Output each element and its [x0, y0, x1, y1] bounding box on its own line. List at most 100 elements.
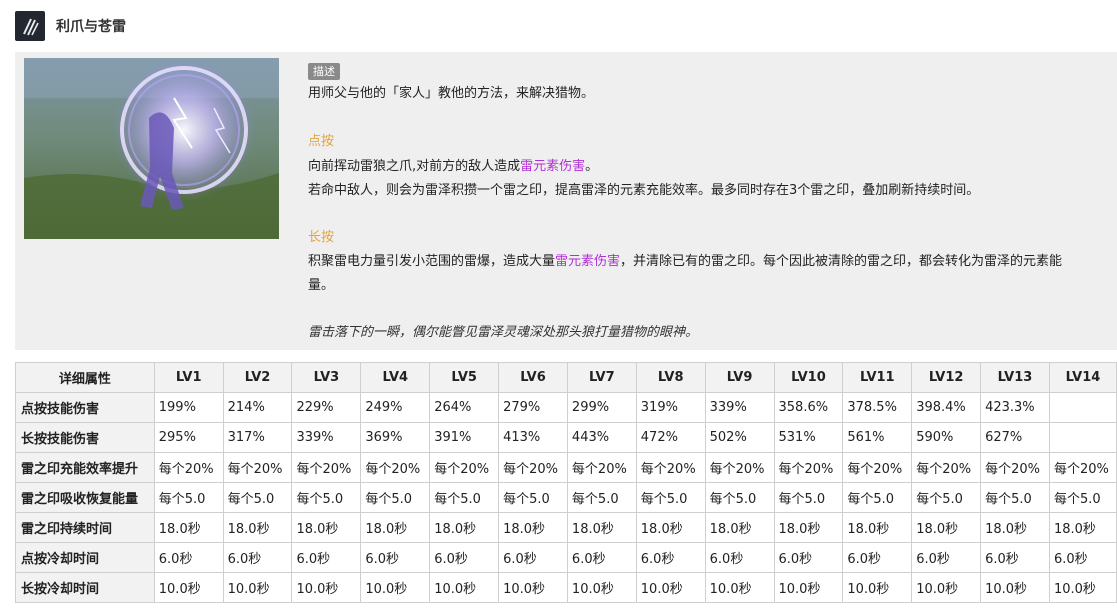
table-cell: 10.0秒 — [704, 572, 775, 603]
table-cell: 18.0秒 — [1048, 512, 1117, 543]
table-cell: 10.0秒 — [773, 572, 844, 603]
table-header-cell: LV12 — [911, 362, 982, 393]
table-cell: 18.0秒 — [498, 512, 568, 543]
table-cell: 590% — [911, 422, 982, 453]
table-cell: 每个20% — [911, 452, 982, 483]
table-cell: 每个5.0 — [635, 482, 706, 513]
table-cell: 10.0秒 — [153, 572, 224, 603]
table-cell: 每个5.0 — [911, 482, 982, 513]
table-cell: 每个5.0 — [704, 482, 775, 513]
table-header-row: 详细属性 LV1 LV2 LV3 LV4 LV5 LV6 LV7 LV8 LV9… — [15, 362, 1117, 393]
table-cell: 10.0秒 — [980, 572, 1050, 603]
table-cell: 每个20% — [635, 452, 706, 483]
table-cell: 每个5.0 — [291, 482, 362, 513]
table-cell: 531% — [773, 422, 844, 453]
table-cell: 319% — [635, 392, 706, 423]
table-cell: 每个20% — [360, 452, 431, 483]
table-header-cell: LV11 — [842, 362, 913, 393]
table-cell: 每个20% — [498, 452, 568, 483]
skill-preview-image — [24, 58, 279, 239]
table-cell: 每个20% — [222, 452, 293, 483]
table-cell — [1048, 392, 1117, 423]
tap-heading: 点按 — [308, 134, 335, 149]
table-cell: 18.0秒 — [429, 512, 500, 543]
table-row: 点按技能伤害 199% 214% 229% 249% 264% 279% 299% 319% 33… — [15, 392, 1117, 423]
table-cell: 每个5.0 — [222, 482, 293, 513]
table-cell: 6.0秒 — [498, 542, 568, 573]
hold-heading: 长按 — [308, 230, 335, 245]
tap-line-1: 向前挥动雷狼之爪,对前方的敌人造成雷元素伤害。 — [308, 159, 599, 174]
description-tag: 描述 — [308, 63, 340, 80]
claw-slash-icon — [15, 11, 45, 41]
table-cell: 每个20% — [566, 452, 637, 483]
table-row-header: 长按技能伤害 — [15, 422, 155, 453]
table-header-cell: LV14 — [1048, 362, 1117, 393]
table-header-cell: LV2 — [222, 362, 293, 393]
table-cell: 6.0秒 — [980, 542, 1050, 573]
table-cell: 6.0秒 — [911, 542, 982, 573]
table-row-header: 长按冷却时间 — [15, 572, 155, 603]
table-cell: 18.0秒 — [773, 512, 844, 543]
table-cell: 6.0秒 — [773, 542, 844, 573]
table-cell: 每个20% — [153, 452, 224, 483]
table-cell: 6.0秒 — [635, 542, 706, 573]
table-row: 雷之印充能效率提升 每个20% 每个20% 每个20% 每个20% 每个20% 每个20% 每… — [15, 452, 1117, 483]
tap-line-2: 若命中敌人，则会为雷泽积攒一个雷之印，提高雷泽的元素充能效率。最多同时存在3个雷… — [308, 183, 980, 198]
table-cell: 10.0秒 — [429, 572, 500, 603]
table-cell: 398.4% — [911, 392, 982, 423]
table-row: 雷之印持续时间 18.0秒 18.0秒 18.0秒 18.0秒 18.0秒 18.0秒 18.… — [15, 512, 1117, 543]
flavor-text: 雷击落下的一瞬，偶尔能瞥见雷泽灵魂深处那头狼打量猎物的眼神。 — [308, 325, 699, 340]
table-header-cell: LV5 — [429, 362, 500, 393]
table-row: 长按冷却时间 10.0秒 10.0秒 10.0秒 10.0秒 10.0秒 10.0秒 10.0… — [15, 572, 1117, 603]
table-cell: 6.0秒 — [153, 542, 224, 573]
table-row: 雷之印吸收恢复能量 每个5.0 每个5.0 每个5.0 每个5.0 每个5.0 每个5.0 每… — [15, 482, 1117, 513]
skill-description-panel: 描述 用师父与他的「家人」教他的方法，来解决猎物。 点按 向前挥动雷狼之爪,对前… — [15, 52, 1117, 350]
skill-stats-table: 详细属性 LV1 LV2 LV3 LV4 LV5 LV6 LV7 LV8 LV9… — [15, 362, 1117, 603]
table-header-cell: LV3 — [291, 362, 362, 393]
table-header-cell: 详细属性 — [15, 362, 155, 393]
table-cell: 561% — [842, 422, 913, 453]
description-intro: 用师父与他的「家人」教他的方法，来解决猎物。 — [308, 86, 595, 101]
table-cell: 18.0秒 — [566, 512, 637, 543]
table-cell: 18.0秒 — [153, 512, 224, 543]
table-cell: 423.3% — [980, 392, 1050, 423]
table-cell: 10.0秒 — [498, 572, 568, 603]
table-cell: 627% — [980, 422, 1050, 453]
table-cell: 每个5.0 — [429, 482, 500, 513]
table-cell: 472% — [635, 422, 706, 453]
table-cell: 279% — [498, 392, 568, 423]
table-cell: 10.0秒 — [911, 572, 982, 603]
skill-header: 利爪与苍雷 — [0, 0, 1117, 52]
table-cell: 6.0秒 — [291, 542, 362, 573]
table-cell: 18.0秒 — [911, 512, 982, 543]
table-header-cell: LV8 — [635, 362, 706, 393]
table-header-cell: LV9 — [704, 362, 775, 393]
table-cell: 443% — [566, 422, 637, 453]
table-cell: 358.6% — [773, 392, 844, 423]
table-row-header: 点按冷却时间 — [15, 542, 155, 573]
table-cell: 6.0秒 — [1048, 542, 1117, 573]
table-cell: 264% — [429, 392, 500, 423]
skill-title: 利爪与苍雷 — [56, 19, 126, 35]
table-cell: 每个20% — [429, 452, 500, 483]
table-row: 长按技能伤害 295% 317% 339% 369% 391% 413% 443% 472% 50… — [15, 422, 1117, 453]
table-header-cell: LV13 — [980, 362, 1050, 393]
table-cell: 6.0秒 — [360, 542, 431, 573]
table-cell: 每个5.0 — [773, 482, 844, 513]
table-cell: 每个5.0 — [360, 482, 431, 513]
table-cell: 每个5.0 — [153, 482, 224, 513]
table-cell: 339% — [704, 392, 775, 423]
table-row: 点按冷却时间 6.0秒 6.0秒 6.0秒 6.0秒 6.0秒 6.0秒 6.0秒 6.0秒 6.… — [15, 542, 1117, 573]
table-cell: 10.0秒 — [291, 572, 362, 603]
table-cell: 6.0秒 — [842, 542, 913, 573]
table-cell: 199% — [153, 392, 224, 423]
table-cell: 391% — [429, 422, 500, 453]
table-header-cell: LV10 — [773, 362, 844, 393]
table-cell: 6.0秒 — [704, 542, 775, 573]
table-cell: 10.0秒 — [360, 572, 431, 603]
table-cell: 378.5% — [842, 392, 913, 423]
table-cell: 18.0秒 — [360, 512, 431, 543]
table-cell: 6.0秒 — [429, 542, 500, 573]
table-cell: 249% — [360, 392, 431, 423]
hold-line-2: 量。 — [308, 278, 335, 293]
